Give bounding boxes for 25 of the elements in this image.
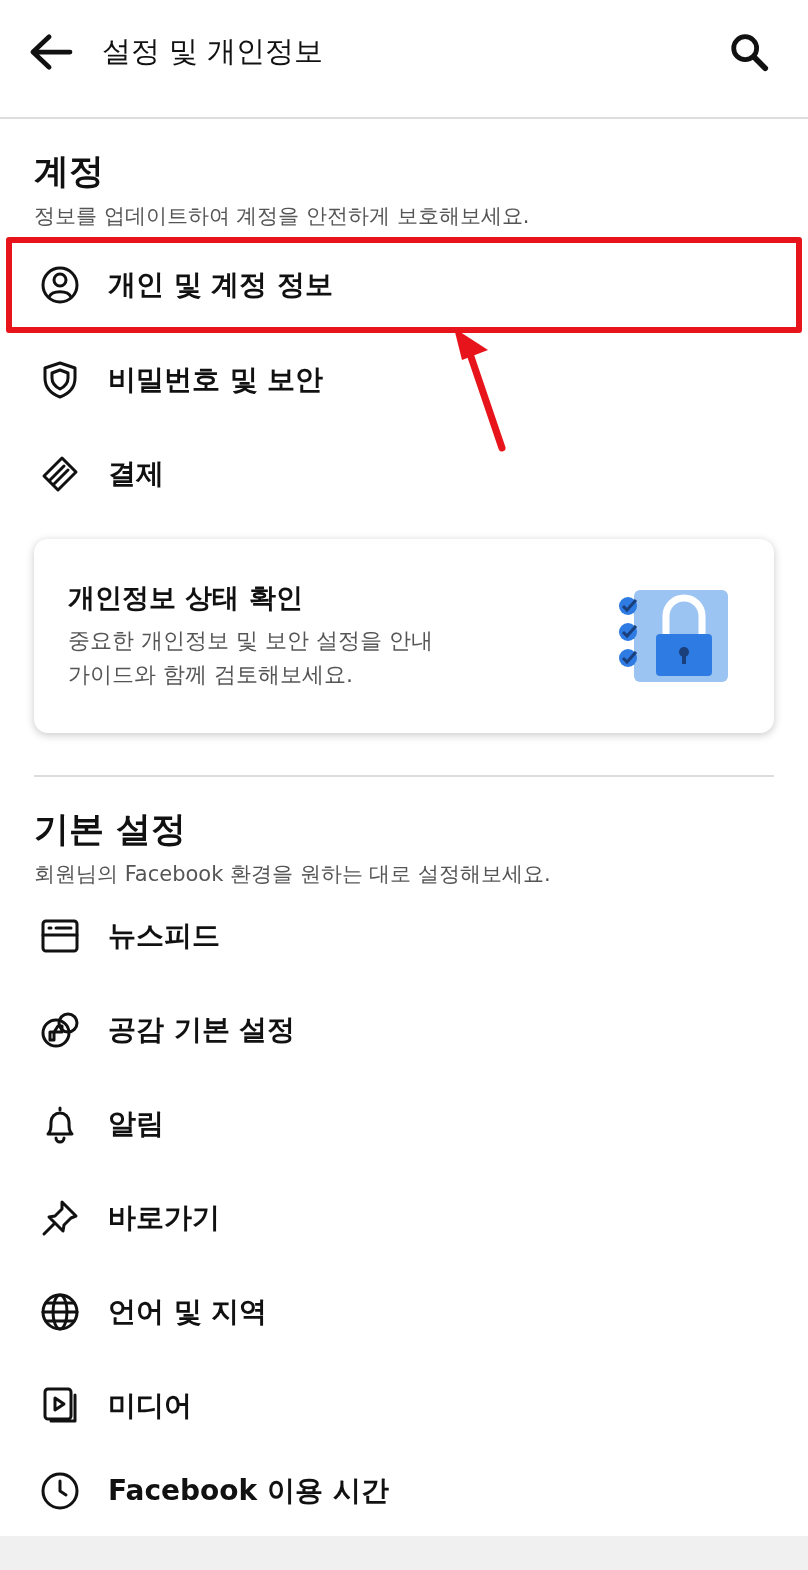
pin-icon — [40, 1198, 80, 1238]
menu-item[interactable]: 비밀번호 및 보안 — [6, 333, 802, 427]
reaction-icon — [40, 1010, 80, 1050]
privacy-checkup-card[interactable]: 개인정보 상태 확인 중요한 개인정보 및 보안 설정을 안내 가이드와 함께 검토해보세요. — [34, 539, 774, 733]
clock-icon — [40, 1471, 80, 1511]
back-icon[interactable] — [28, 32, 74, 71]
section-subtitle: 정보를 업데이트하여 계정을 안전하게 보호해보세요. — [34, 203, 531, 230]
section-title: 기본 설정 — [34, 808, 188, 851]
card-title: 개인정보 상태 확인 — [68, 581, 304, 615]
menu-item[interactable]: 바로가기 — [6, 1171, 802, 1265]
menu-item[interactable]: 알림 — [6, 1077, 802, 1171]
menu-item[interactable]: 뉴스피드 — [6, 889, 802, 983]
menu-item[interactable]: Facebook 이용 시간 — [6, 1453, 802, 1529]
section-title: 계정 — [34, 150, 105, 193]
person-icon — [40, 265, 80, 305]
card-description: 중요한 개인정보 및 보안 설정을 안내 가이드와 함께 검토해보세요. — [68, 627, 433, 689]
menu-item[interactable]: 언어 및 지역 — [6, 1265, 802, 1359]
menu-item[interactable]: 결제 — [6, 427, 802, 521]
menu-item[interactable]: 공감 기본 설정 — [6, 983, 802, 1077]
page-title: 설정 및 개인정보 — [102, 32, 325, 70]
menu-item[interactable]: 미디어 — [6, 1359, 802, 1453]
card-icon — [40, 454, 80, 494]
globe-icon — [40, 1292, 80, 1332]
menu-item[interactable]: 개인 및 계정 정보 — [6, 237, 802, 333]
section-subtitle: 회원님의 Facebook 환경을 원하는 대로 설정해보세요. — [34, 861, 552, 888]
